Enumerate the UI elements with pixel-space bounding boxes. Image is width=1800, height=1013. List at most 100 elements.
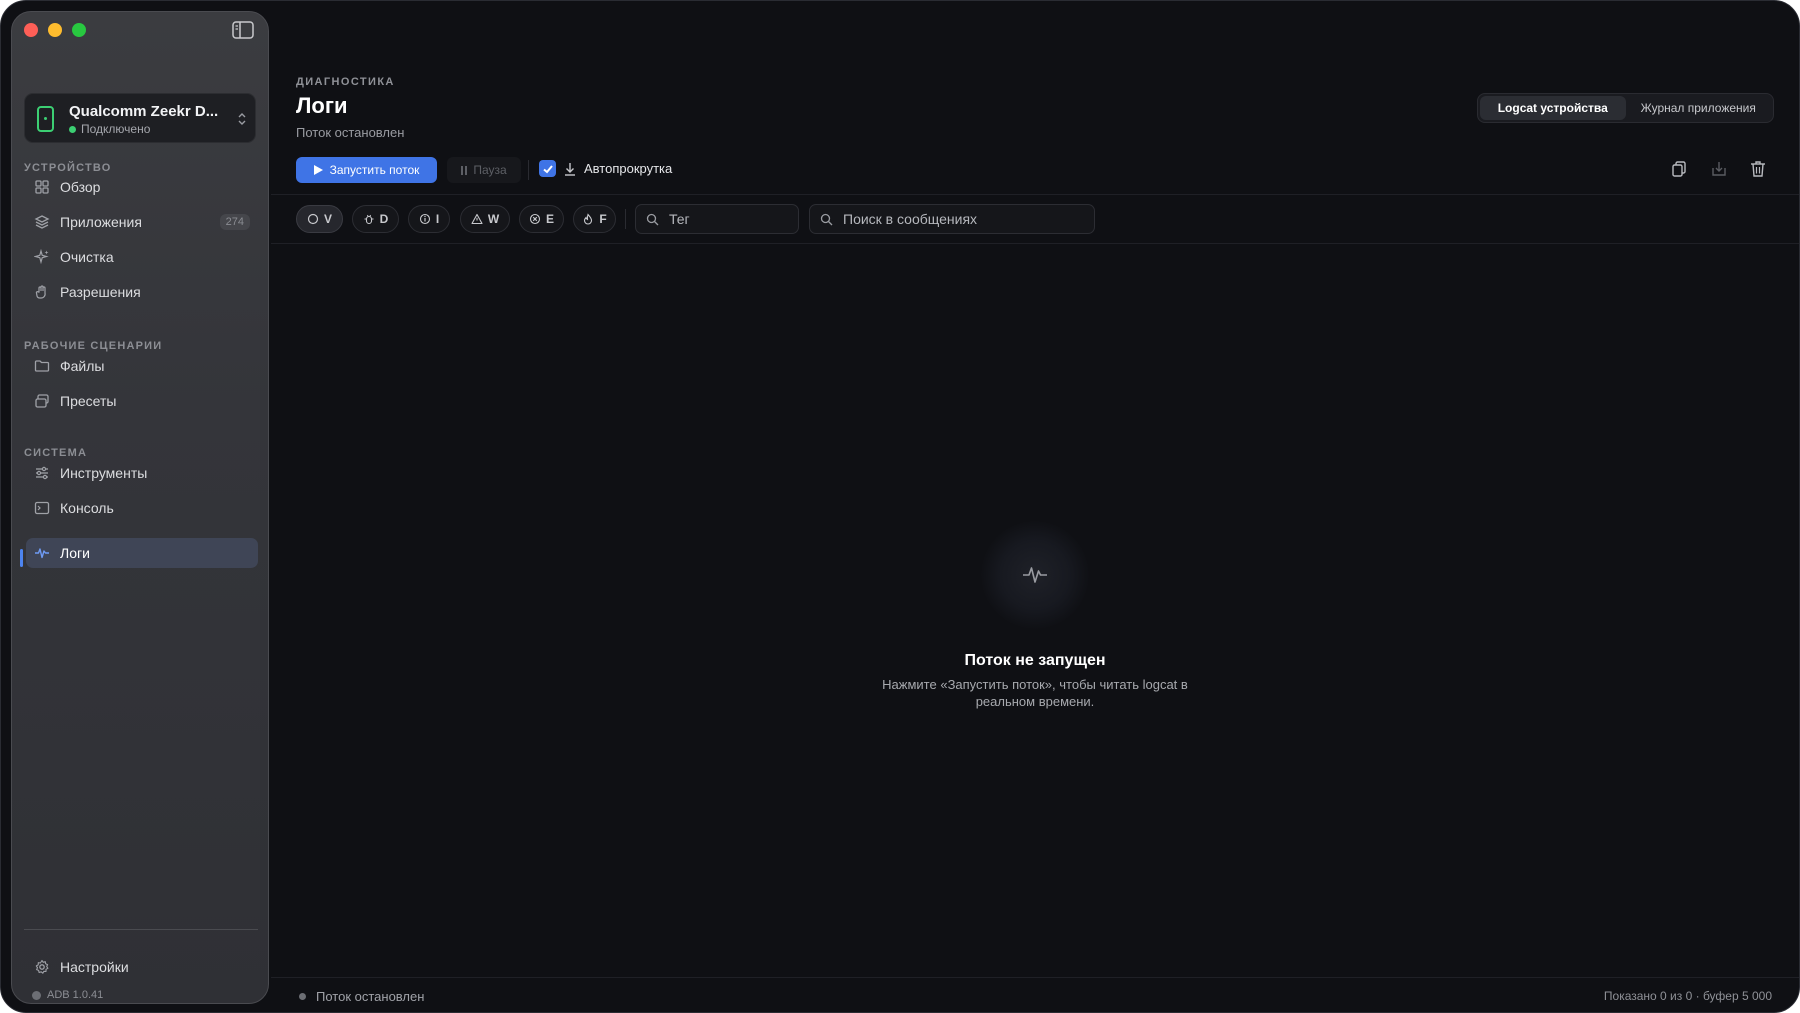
page-subtitle: Поток остановлен bbox=[296, 125, 405, 140]
sidebar-item-settings[interactable]: Настройки bbox=[26, 952, 258, 982]
search-icon bbox=[646, 213, 659, 225]
level-chip-error[interactable]: E bbox=[519, 205, 564, 233]
level-chip-info[interactable]: I bbox=[408, 205, 450, 233]
x-circle-icon bbox=[529, 213, 541, 225]
level-chip-label: I bbox=[435, 212, 440, 226]
sidebar-item-logs[interactable]: Логи bbox=[26, 538, 258, 568]
page-eyebrow: ДИАГНОСТИКА bbox=[296, 76, 395, 88]
empty-state-title: Поток не запущен bbox=[964, 652, 1106, 669]
trash-icon[interactable] bbox=[1748, 159, 1768, 179]
tag-filter-input[interactable] bbox=[669, 211, 791, 227]
buffer-summary: Показано 0 из 0 · буфер 5 000 bbox=[1603, 989, 1772, 1003]
copy-icon[interactable] bbox=[1669, 159, 1689, 179]
message-search-input[interactable] bbox=[843, 211, 1063, 227]
sidebar-item-label: Обзор bbox=[60, 179, 101, 195]
adb-status-dot-icon bbox=[32, 990, 41, 1000]
device-status: Подключено bbox=[69, 122, 150, 136]
info-icon bbox=[419, 213, 430, 225]
bug-icon bbox=[364, 214, 374, 225]
pause-button[interactable]: Пауза bbox=[447, 157, 521, 183]
tab-app-journal[interactable]: Журнал приложения bbox=[1626, 96, 1772, 120]
hand-icon bbox=[35, 285, 46, 299]
sidebar-item-label: Инструменты bbox=[60, 465, 148, 481]
sidebar-item-label: Приложения bbox=[60, 214, 142, 230]
waveform-icon bbox=[35, 548, 49, 559]
sidebar-item-tools[interactable]: Инструменты bbox=[26, 458, 258, 488]
message-search-field[interactable] bbox=[809, 204, 1095, 234]
device-name: Qualcomm Zeekr D... bbox=[69, 103, 219, 120]
sliders-icon bbox=[36, 466, 48, 480]
chevron-up-down-icon bbox=[238, 113, 246, 125]
sidebar-item-label: Пресеты bbox=[60, 393, 117, 409]
window-controls bbox=[24, 23, 86, 37]
adb-version: ADB 1.0.41 bbox=[32, 989, 103, 1001]
level-chip-verbose[interactable]: V bbox=[296, 205, 343, 233]
layers-icon bbox=[34, 215, 50, 229]
sidebar-divider bbox=[24, 929, 258, 930]
stream-status-label: Поток остановлен bbox=[316, 989, 425, 1004]
log-source-segmented-control: Logcat устройства Журнал приложения bbox=[1477, 93, 1774, 123]
sidebar-item-apps[interactable]: Приложения 274 bbox=[26, 207, 258, 237]
toolbar-separator bbox=[528, 160, 529, 180]
folder-icon bbox=[34, 360, 50, 372]
level-chip-label: W bbox=[487, 212, 500, 226]
sidebar-item-label: Очистка bbox=[60, 249, 114, 265]
close-window-button[interactable] bbox=[24, 23, 38, 37]
app-window: Qualcomm Zeekr D... Подключено УСТРОЙСТВ… bbox=[0, 0, 1800, 1013]
sidebar-item-permissions[interactable]: Разрешения bbox=[26, 277, 258, 307]
start-stream-label: Запустить поток bbox=[329, 163, 420, 177]
level-chip-fatal[interactable]: F bbox=[573, 205, 616, 233]
export-icon[interactable] bbox=[1709, 159, 1729, 179]
warning-triangle-icon bbox=[471, 213, 483, 225]
flame-icon bbox=[584, 213, 593, 225]
sidebar-item-files[interactable]: Файлы bbox=[26, 351, 258, 381]
filter-separator bbox=[625, 209, 626, 229]
sidebar-item-label: Консоль bbox=[60, 500, 114, 516]
tab-device-logcat[interactable]: Logcat устройства bbox=[1480, 96, 1626, 120]
start-stream-button[interactable]: Запустить поток bbox=[296, 157, 437, 183]
autoscroll-checkbox[interactable] bbox=[539, 160, 556, 177]
autoscroll-toggle[interactable]: Автопрокрутка bbox=[539, 160, 672, 177]
sidebar-item-label: Логи bbox=[60, 545, 90, 561]
stream-status: Поток остановлен bbox=[299, 989, 424, 1004]
level-chip-label: F bbox=[599, 212, 607, 226]
sidebar-item-cleanup[interactable]: Очистка bbox=[26, 242, 258, 272]
autoscroll-label: Автопрокрутка bbox=[584, 161, 673, 176]
gear-icon bbox=[35, 959, 49, 974]
play-icon bbox=[313, 165, 323, 175]
level-chip-debug[interactable]: D bbox=[352, 205, 399, 233]
empty-state-description: Нажмите «Запустить поток», чтобы читать … bbox=[882, 677, 1188, 709]
active-indicator bbox=[20, 549, 23, 567]
circle-icon bbox=[307, 213, 319, 225]
pause-label: Пауза bbox=[473, 163, 507, 177]
level-chip-label: D bbox=[379, 212, 389, 226]
connected-dot-icon bbox=[69, 125, 76, 133]
sidebar-item-presets[interactable]: Пресеты bbox=[26, 386, 258, 416]
page-title: Логи bbox=[296, 93, 348, 118]
sidebar-item-label: Разрешения bbox=[60, 284, 141, 300]
level-chip-label: E bbox=[545, 212, 554, 226]
sidebar-item-label: Настройки bbox=[60, 959, 129, 975]
device-status-label: Подключено bbox=[81, 122, 151, 136]
terminal-icon bbox=[34, 501, 50, 515]
level-chip-warning[interactable]: W bbox=[460, 205, 510, 233]
sidebar-item-console[interactable]: Консоль bbox=[26, 493, 258, 523]
waveform-icon bbox=[1023, 567, 1047, 583]
sidebar-toggle-icon[interactable] bbox=[232, 21, 254, 39]
filter-divider bbox=[271, 243, 1799, 244]
adb-version-label: ADB 1.0.41 bbox=[47, 989, 104, 1001]
minimize-window-button[interactable] bbox=[48, 23, 62, 37]
tag-filter-field[interactable] bbox=[635, 204, 799, 234]
sidebar-item-label: Файлы bbox=[60, 358, 105, 374]
sidebar-item-overview[interactable]: Обзор bbox=[26, 172, 258, 202]
statusbar-divider bbox=[271, 977, 1799, 978]
zoom-window-button[interactable] bbox=[72, 23, 86, 37]
device-selector[interactable]: Qualcomm Zeekr D... Подключено bbox=[24, 93, 256, 143]
toolbar-divider bbox=[271, 194, 1799, 195]
presets-icon bbox=[35, 394, 49, 408]
sidebar: Qualcomm Zeekr D... Подключено УСТРОЙСТВ… bbox=[11, 11, 269, 1004]
stream-status-dot-icon bbox=[299, 993, 306, 1000]
pause-icon bbox=[461, 165, 468, 175]
arrow-down-to-line-icon bbox=[565, 162, 575, 176]
apps-count-badge: 274 bbox=[219, 214, 250, 230]
